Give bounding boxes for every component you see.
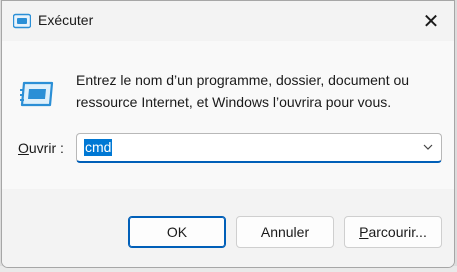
instructions-text: Entrez le nom d’un programme, dossier, d… — [76, 72, 410, 110]
close-icon: ✕ — [422, 10, 440, 33]
open-label-mnemonic: O — [18, 140, 29, 156]
browse-label: arcourir... — [368, 224, 427, 240]
ok-button[interactable]: OK — [128, 216, 226, 248]
dialog-content: Entrez le nom d’un programme, dossier, d… — [2, 41, 454, 189]
button-bar: OK Annuler Parcourir... — [2, 189, 454, 267]
open-input-value[interactable]: cmd — [84, 139, 113, 156]
run-dialog: Exécuter ✕ Entrez le nom d’un programme,… — [1, 0, 455, 268]
open-label: Ouvrir : — [18, 140, 64, 156]
run-icon — [20, 81, 54, 107]
title-bar[interactable]: Exécuter ✕ — [2, 1, 454, 41]
open-label-text: uvrir : — [28, 140, 64, 156]
open-combobox[interactable]: cmd — [76, 133, 442, 163]
browse-button[interactable]: Parcourir... — [344, 216, 442, 248]
close-button[interactable]: ✕ — [408, 1, 454, 41]
chevron-down-icon[interactable] — [423, 143, 433, 151]
window-title: Exécuter — [38, 12, 94, 28]
run-icon — [13, 13, 31, 29]
cancel-button[interactable]: Annuler — [236, 216, 334, 248]
